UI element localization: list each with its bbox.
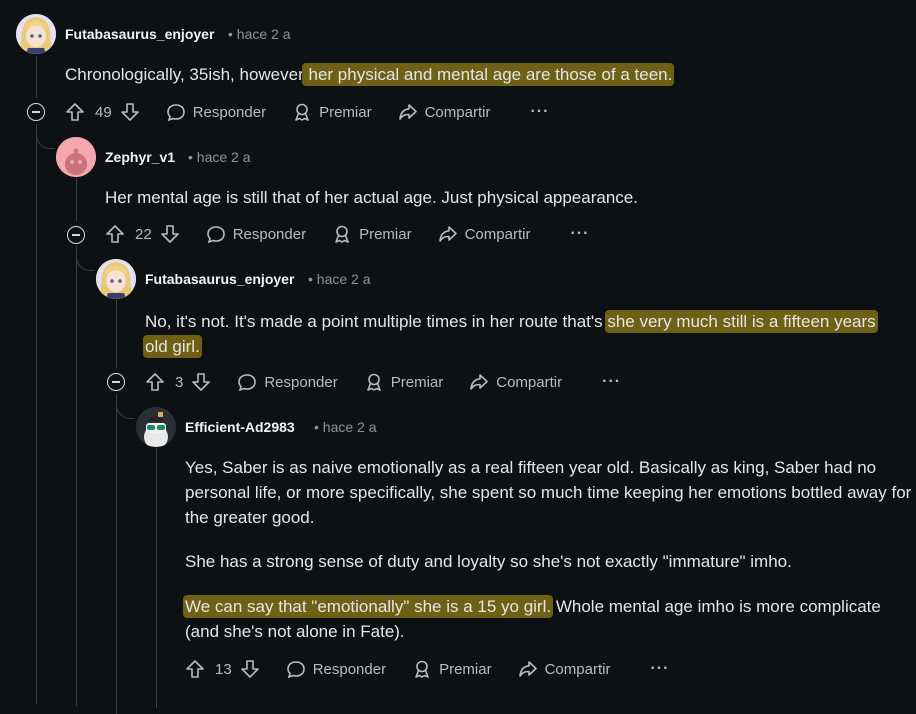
share-button[interactable]: Compartir xyxy=(398,102,490,122)
vote-count: 49 xyxy=(95,103,112,121)
share-icon xyxy=(438,226,457,242)
reply-button[interactable]: Responder xyxy=(237,372,338,392)
collapse-button[interactable] xyxy=(67,226,85,244)
username[interactable]: Zephyr_v1 xyxy=(105,149,175,165)
thread-line-2b xyxy=(76,246,77,706)
upvote-button[interactable] xyxy=(145,372,165,392)
share-button[interactable]: Compartir xyxy=(438,224,530,244)
avatar[interactable] xyxy=(96,259,136,299)
more-options-button[interactable]: ··· xyxy=(570,225,589,243)
share-icon xyxy=(470,374,489,390)
username[interactable]: Futabasaurus_enjoyer xyxy=(145,271,294,287)
timestamp[interactable]: • hace 2 a xyxy=(314,419,377,435)
vote-count: 22 xyxy=(135,225,152,243)
collapse-button[interactable] xyxy=(27,103,45,121)
award-icon xyxy=(415,660,429,678)
thread-line-1b xyxy=(36,124,37,704)
upvote-icon xyxy=(146,373,164,391)
award-button[interactable]: Premiar xyxy=(292,102,372,122)
highlighted-text: she very much still is a fifteen years xyxy=(607,312,876,331)
more-options-button[interactable]: ··· xyxy=(602,373,621,391)
comment-paragraph: She has a strong sense of duty and loyal… xyxy=(185,552,792,571)
action-bar: 22 Responder Premiar Compartir ··· xyxy=(105,222,589,246)
upvote-icon xyxy=(66,103,84,121)
downvote-icon xyxy=(192,373,211,391)
thread-line-3b xyxy=(116,394,117,714)
award-button[interactable]: Premiar xyxy=(332,224,412,244)
downvote-button[interactable] xyxy=(160,224,180,244)
comment-text: Her mental age is still that of her actu… xyxy=(105,188,638,207)
share-icon xyxy=(398,104,417,120)
upvote-icon xyxy=(186,660,204,678)
avatar[interactable] xyxy=(136,407,176,447)
more-options-button[interactable]: ··· xyxy=(650,660,669,678)
downvote-button[interactable] xyxy=(191,372,211,392)
upvote-icon xyxy=(106,225,124,243)
upvote-button[interactable] xyxy=(65,102,85,122)
comment-body: Chronologically, 35ish, however her phys… xyxy=(65,62,865,87)
vote-count: 13 xyxy=(215,660,232,678)
highlighted-text: We can say that "emotionally" she is a 1… xyxy=(185,597,552,616)
award-icon xyxy=(366,373,381,391)
action-bar: 49 Responder Premiar Compartir ··· xyxy=(65,100,549,124)
downvote-button[interactable] xyxy=(240,659,260,679)
avatar[interactable] xyxy=(56,137,96,177)
avatar[interactable] xyxy=(16,14,56,54)
award-icon xyxy=(335,225,349,243)
downvote-icon xyxy=(160,225,179,243)
award-button[interactable]: Premiar xyxy=(364,372,443,392)
action-bar: 13 Responder Premiar Compartir ··· xyxy=(185,657,669,681)
downvote-button[interactable] xyxy=(120,102,140,122)
upvote-button[interactable] xyxy=(105,224,125,244)
thread-line-1 xyxy=(36,56,37,98)
downvote-icon xyxy=(240,660,259,678)
timestamp[interactable]: • hace 2 a xyxy=(188,149,251,165)
reply-icon xyxy=(166,104,185,122)
timestamp[interactable]: • hace 2 a xyxy=(228,26,291,42)
highlighted-text: old girl. xyxy=(145,337,200,356)
comment-text: No, it's not. It's made a point multiple… xyxy=(145,312,608,331)
thread-curve-2 xyxy=(76,246,95,271)
share-button[interactable]: Compartir xyxy=(469,372,562,392)
reply-button[interactable]: Responder xyxy=(206,224,306,244)
share-button[interactable]: Compartir xyxy=(518,659,610,679)
reply-icon xyxy=(206,226,225,244)
reply-button[interactable]: Responder xyxy=(166,102,266,122)
action-bar: 3 Responder Premiar Compartir ··· xyxy=(145,370,621,394)
share-icon xyxy=(518,661,537,677)
thread-line-3 xyxy=(116,300,117,369)
thread-curve-3 xyxy=(116,394,135,419)
highlighted-text: her physical and mental age are those of… xyxy=(303,65,673,84)
thread-line-2 xyxy=(76,178,77,221)
comment-body: Yes, Saber is as naive emotionally as a … xyxy=(185,455,913,644)
award-button[interactable]: Premiar xyxy=(412,659,492,679)
comment-paragraph: Yes, Saber is as naive emotionally as a … xyxy=(185,458,912,527)
thread-curve-1 xyxy=(36,124,55,149)
award-icon xyxy=(295,103,309,121)
timestamp[interactable]: • hace 2 a xyxy=(308,271,371,287)
reply-icon xyxy=(238,374,257,392)
reply-button[interactable]: Responder xyxy=(286,659,386,679)
upvote-button[interactable] xyxy=(185,659,205,679)
vote-count: 3 xyxy=(175,373,184,391)
more-options-button[interactable]: ··· xyxy=(530,103,549,121)
username[interactable]: Efficient-Ad2983 xyxy=(185,419,295,435)
collapse-button[interactable] xyxy=(107,373,125,391)
reply-icon xyxy=(286,661,305,679)
comment-body: Her mental age is still that of her actu… xyxy=(105,185,885,210)
thread-line-4 xyxy=(156,448,157,708)
comment-body: No, it's not. It's made a point multiple… xyxy=(145,309,905,359)
comment-text: Chronologically, 35ish, however xyxy=(65,65,304,84)
downvote-icon xyxy=(120,103,139,121)
username[interactable]: Futabasaurus_enjoyer xyxy=(65,26,214,42)
